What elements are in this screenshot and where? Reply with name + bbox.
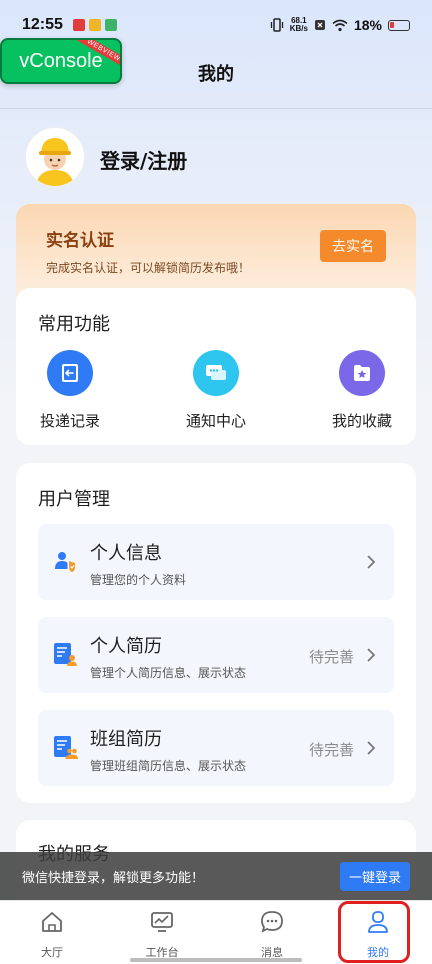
personal-resume-title: 个人简历 xyxy=(90,636,162,657)
wechat-icon xyxy=(104,19,117,31)
wifi-icon xyxy=(332,19,348,31)
weibo-icon xyxy=(88,19,101,31)
tab-workbench[interactable]: 工作台 xyxy=(122,909,202,960)
page-title: 我的 xyxy=(198,64,234,85)
common-functions-title: 常用功能 xyxy=(38,314,110,335)
notification-icon xyxy=(193,350,239,396)
personal-info-icon xyxy=(55,552,75,572)
favorites-item[interactable]: 我的收藏 xyxy=(317,350,407,431)
login-register-link[interactable]: 登录/注册 xyxy=(100,145,187,174)
delivery-record-item[interactable]: 投递记录 xyxy=(25,350,115,431)
tab-messages[interactable]: 消息 xyxy=(232,909,312,960)
personal-resume-subtitle: 管理个人简历信息、展示状态 xyxy=(90,666,247,680)
battery-icon xyxy=(388,19,410,31)
common-functions-card: 常用功能 投递记录 通知中心 我的收藏 xyxy=(16,288,416,445)
net-speed-unit: KB/s xyxy=(289,24,308,33)
notification-center-item[interactable]: 通知中心 xyxy=(171,350,261,431)
notification-center-label: 通知中心 xyxy=(185,412,246,430)
favorites-icon xyxy=(339,350,385,396)
chevron-right-icon xyxy=(367,648,376,662)
team-resume-icon xyxy=(54,736,78,759)
personal-resume-icon xyxy=(54,643,77,666)
message-icon xyxy=(261,911,283,933)
vibrate-icon xyxy=(270,18,283,32)
one-click-login-button[interactable]: 一键登录 xyxy=(339,861,410,891)
user-management-title: 用户管理 xyxy=(38,489,110,510)
worker-avatar-icon xyxy=(26,128,84,186)
favorites-label: 我的收藏 xyxy=(331,412,392,430)
tab-hall-label: 大厅 xyxy=(41,946,63,959)
tab-mine-highlight xyxy=(338,901,410,963)
delivery-record-label: 投递记录 xyxy=(39,412,100,430)
personal-resume-row[interactable]: 个人简历 管理个人简历信息、展示状态 待完善 xyxy=(38,617,394,693)
verify-title: 实名认证 xyxy=(46,231,114,251)
personal-info-subtitle: 管理您的个人资料 xyxy=(90,573,187,587)
personal-resume-status: 待完善 xyxy=(308,648,354,666)
notification-icons xyxy=(72,19,117,31)
team-resume-status: 待完善 xyxy=(308,741,354,759)
team-resume-title: 班组简历 xyxy=(90,729,162,750)
header-divider xyxy=(0,108,432,109)
chevron-right-icon xyxy=(367,741,376,755)
workbench-icon xyxy=(151,912,173,932)
team-resume-subtitle: 管理班组简历信息、展示状态 xyxy=(90,759,247,773)
home-icon xyxy=(42,912,62,932)
personal-info-title: 个人信息 xyxy=(90,543,162,564)
user-management-card: 用户管理 个人信息 管理您的个人资料 个人简历 管理个人简历信息、展示状态 待完… xyxy=(16,463,416,803)
home-indicator xyxy=(130,958,302,962)
net-speed: 68.1 KB/s xyxy=(290,17,308,33)
avatar[interactable] xyxy=(26,128,84,186)
verify-subtitle: 完成实名认证，可以解锁简历发布哦！ xyxy=(46,261,251,275)
app-notification-icon xyxy=(72,19,85,31)
personal-info-row[interactable]: 个人信息 管理您的个人资料 xyxy=(38,524,394,600)
battery-percent: 18% xyxy=(353,17,382,33)
no-sim-icon xyxy=(314,20,325,30)
chevron-right-icon xyxy=(367,555,376,569)
status-time: 12:55 xyxy=(22,16,63,33)
delivery-record-icon xyxy=(47,350,93,396)
verify-button[interactable]: 去实名 xyxy=(320,230,386,262)
status-right: 68.1 KB/s 18% xyxy=(270,17,410,33)
team-resume-row[interactable]: 班组简历 管理班组简历信息、展示状态 待完善 xyxy=(38,710,394,786)
wechat-login-toast: 微信快捷登录，解锁更多功能！ 一键登录 xyxy=(0,852,432,900)
tab-hall[interactable]: 大厅 xyxy=(12,909,92,960)
toast-text: 微信快捷登录，解锁更多功能！ xyxy=(22,870,205,886)
